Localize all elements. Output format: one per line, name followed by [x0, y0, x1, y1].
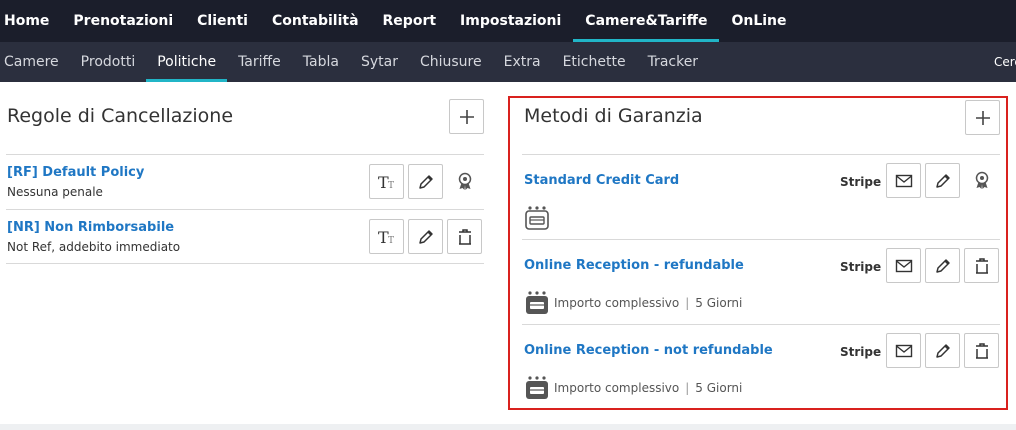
text-format-button[interactable]: TT — [369, 164, 404, 199]
pencil-icon — [935, 343, 950, 358]
edit-button[interactable] — [925, 333, 960, 368]
plus-icon — [975, 110, 990, 125]
trash-icon — [975, 342, 988, 359]
svg-text:T: T — [388, 181, 394, 191]
award-icon — [975, 171, 988, 189]
subnav-tabla[interactable]: Tabla — [292, 42, 350, 82]
topnav-camere-tariffe[interactable]: Camere&Tariffe — [573, 0, 720, 42]
svg-text:T: T — [388, 236, 394, 246]
guarantee-days: 5 Giorni — [695, 381, 743, 395]
guarantee-row: Online Reception - not refundable Stripe… — [522, 324, 1000, 409]
guarantee-amount: Importo complessivo — [554, 381, 680, 395]
detail-separator: | — [685, 296, 690, 310]
plus-icon — [459, 109, 474, 124]
trash-icon — [975, 257, 988, 274]
envelope-icon — [895, 259, 912, 272]
cancellation-row: [NR] Non Rimborsabile Not Ref, addebito … — [6, 209, 484, 264]
topnav-impostazioni[interactable]: Impostazioni — [448, 0, 573, 42]
payment-terminal-icon — [526, 291, 548, 314]
delete-button[interactable] — [964, 333, 999, 368]
guarantee-name[interactable]: Online Reception - refundable — [524, 258, 744, 273]
guarantee-methods-panel: Metodi di Garanzia Standard Credit Card … — [508, 96, 1008, 410]
award-icon — [458, 172, 471, 190]
edit-button[interactable] — [925, 248, 960, 283]
email-button[interactable] — [886, 163, 921, 198]
payment-terminal-icon — [526, 376, 548, 399]
subnav-prodotti[interactable]: Prodotti — [70, 42, 147, 82]
guarantee-amount: Importo complessivo — [554, 296, 680, 310]
pencil-icon — [418, 229, 433, 244]
subnav-tariffe[interactable]: Tariffe — [227, 42, 292, 82]
guarantee-days: 5 Giorni — [695, 296, 743, 310]
cancellation-description: Not Ref, addebito immediato — [7, 240, 181, 254]
subnav-politiche[interactable]: Politiche — [146, 42, 227, 82]
subnav-search[interactable]: Cerc — [994, 42, 1016, 82]
default-policy-badge — [447, 164, 482, 199]
topnav-clienti[interactable]: Clienti — [185, 0, 260, 42]
guarantee-provider: Stripe — [840, 260, 882, 274]
subnav-chiusure[interactable]: Chiusure — [409, 42, 493, 82]
cancellation-row: [RF] Default Policy Nessuna penale TT — [6, 154, 484, 209]
topnav-home[interactable]: Home — [0, 0, 61, 42]
subnav-tracker[interactable]: Tracker — [637, 42, 710, 82]
footer-strip — [0, 424, 1016, 430]
envelope-icon — [895, 174, 912, 187]
topnav-contabilita[interactable]: Contabilità — [260, 0, 371, 42]
guarantee-row: Online Reception - refundable Stripe Imp… — [522, 239, 1000, 324]
subnav-extra[interactable]: Extra — [493, 42, 552, 82]
subnav-sytar[interactable]: Sytar — [350, 42, 409, 82]
main-content: Regole di Cancellazione [RF] Default Pol… — [0, 82, 1016, 424]
envelope-icon — [895, 344, 912, 357]
edit-button[interactable] — [408, 219, 443, 254]
cancellation-name[interactable]: [RF] Default Policy — [7, 165, 144, 180]
add-guarantee-button[interactable] — [965, 100, 1000, 135]
pencil-icon — [935, 173, 950, 188]
detail-separator: | — [685, 381, 690, 395]
cancellation-description: Nessuna penale — [7, 185, 103, 199]
guarantee-name[interactable]: Standard Credit Card — [524, 173, 679, 188]
sub-navigation: Camere Prodotti Politiche Tariffe Tabla … — [0, 42, 1016, 82]
guarantee-row: Standard Credit Card Stripe — [522, 154, 1000, 239]
text-format-button[interactable]: TT — [369, 219, 404, 254]
pencil-icon — [418, 174, 433, 189]
topnav-online[interactable]: OnLine — [719, 0, 798, 42]
email-button[interactable] — [886, 333, 921, 368]
guarantee-provider: Stripe — [840, 345, 882, 359]
payment-terminal-icon — [525, 206, 549, 230]
payment-type-indicator — [524, 205, 550, 235]
edit-button[interactable] — [408, 164, 443, 199]
guarantee-provider: Stripe — [840, 175, 882, 189]
topnav-report[interactable]: Report — [371, 0, 449, 42]
cancellation-title: Regole di Cancellazione — [7, 105, 234, 127]
delete-button[interactable] — [964, 248, 999, 283]
edit-button[interactable] — [925, 163, 960, 198]
top-navigation: Home Prenotazioni Clienti Contabilità Re… — [0, 0, 1016, 42]
guarantee-title: Metodi di Garanzia — [524, 105, 703, 127]
cancellation-rules-panel: Regole di Cancellazione [RF] Default Pol… — [6, 82, 484, 282]
text-format-icon: TT — [378, 173, 394, 191]
guarantee-name[interactable]: Online Reception - not refundable — [524, 343, 773, 358]
add-cancellation-button[interactable] — [449, 99, 484, 134]
subnav-camere[interactable]: Camere — [0, 42, 70, 82]
pencil-icon — [935, 258, 950, 273]
text-format-icon: TT — [378, 228, 394, 246]
subnav-etichette[interactable]: Etichette — [552, 42, 637, 82]
cancellation-name[interactable]: [NR] Non Rimborsabile — [7, 220, 174, 235]
email-button[interactable] — [886, 248, 921, 283]
guarantee-detail: Importo complessivo | 5 Giorni — [524, 290, 742, 316]
guarantee-detail: Importo complessivo | 5 Giorni — [524, 375, 742, 401]
delete-button[interactable] — [447, 219, 482, 254]
trash-icon — [458, 228, 471, 245]
topnav-prenotazioni[interactable]: Prenotazioni — [61, 0, 185, 42]
default-method-badge — [964, 163, 999, 198]
